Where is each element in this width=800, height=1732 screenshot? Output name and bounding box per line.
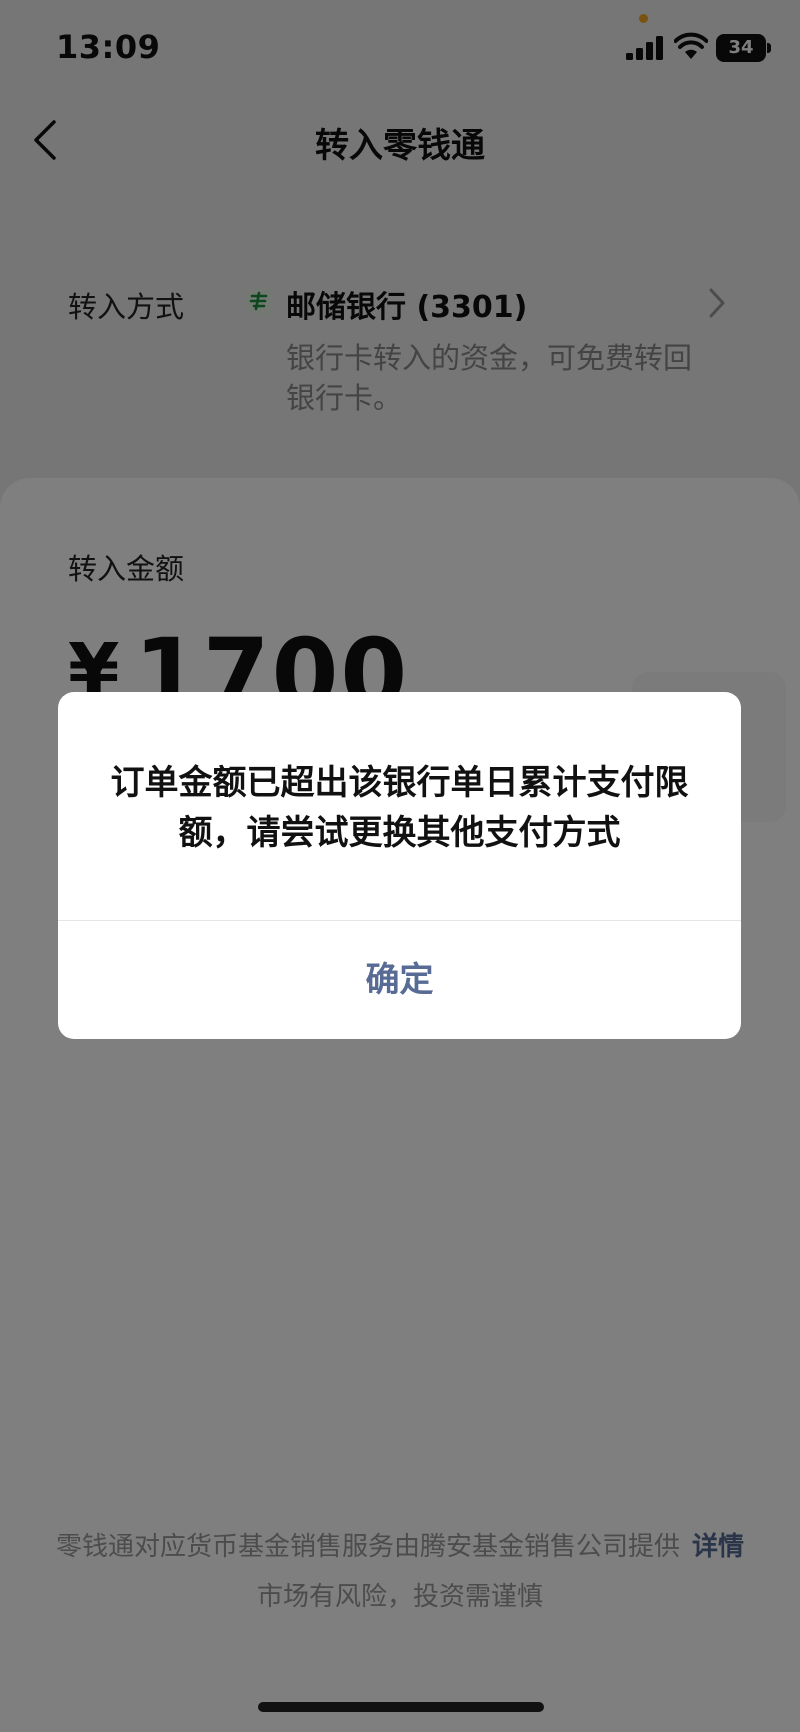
- screen: 13:09 34 转入零钱通 转入方式 邮储银行 (3301) 银行卡转入的资金…: [0, 0, 800, 1732]
- home-indicator[interactable]: [258, 1702, 544, 1712]
- confirm-button[interactable]: 确定: [58, 921, 741, 1039]
- dialog-message: 订单金额已超出该银行单日累计支付限额，请尝试更换其他支付方式: [110, 763, 689, 853]
- limit-exceeded-dialog: 订单金额已超出该银行单日累计支付限额，请尝试更换其他支付方式 确定: [58, 692, 741, 1039]
